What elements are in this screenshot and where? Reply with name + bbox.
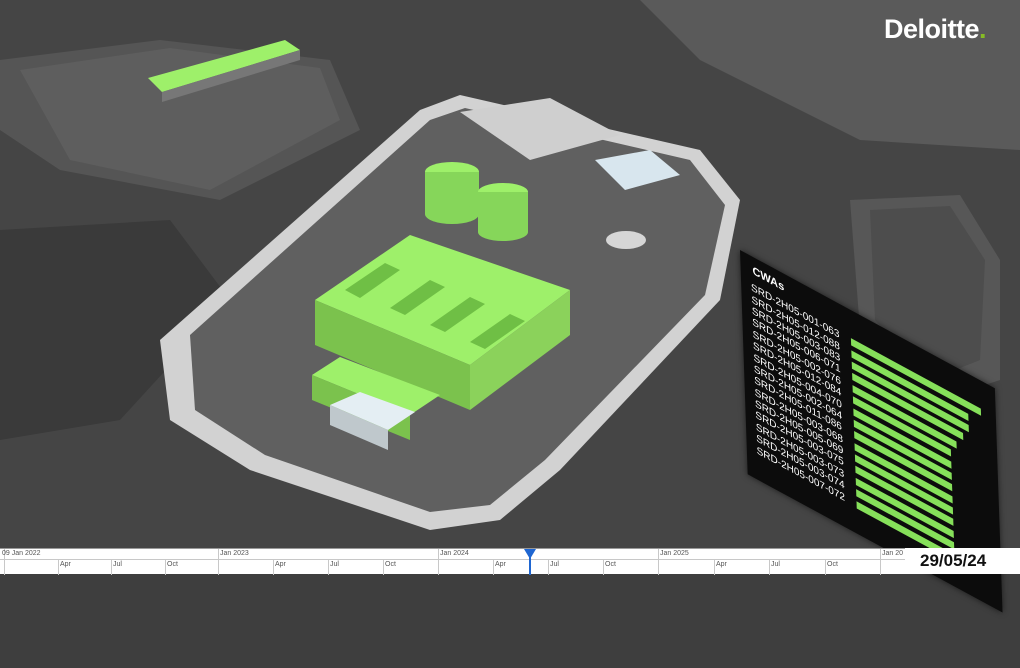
month-tick (493, 559, 494, 575)
year-tick (880, 549, 881, 575)
logo-dot: . (979, 14, 987, 44)
month-tick (769, 559, 770, 575)
month-label: Apr (275, 561, 286, 568)
month-tick (328, 559, 329, 575)
year-tick (218, 549, 219, 575)
year-label: Jan 2025 (660, 550, 689, 557)
year-label: 09 Jan 2022 (2, 550, 41, 557)
month-tick (825, 559, 826, 575)
month-tick (603, 559, 604, 575)
month-label: Apr (60, 561, 71, 568)
month-label: Oct (605, 561, 616, 568)
month-tick (165, 559, 166, 575)
month-tick (714, 559, 715, 575)
year-label: Jan 20 (882, 550, 904, 557)
timeline-bar[interactable]: 09 Jan 2022 Jan 2023 Jan 2024 Jan 2025 Jan 2… (0, 548, 1020, 575)
timeline-playhead-line[interactable] (529, 557, 531, 575)
month-label: Apr (495, 561, 506, 568)
year-tick (658, 549, 659, 575)
month-tick (273, 559, 274, 575)
month-tick (383, 559, 384, 575)
year-tick (438, 549, 439, 575)
year-label: Jan 2023 (220, 550, 249, 557)
month-label: Jul (113, 561, 122, 568)
month-label: Oct (827, 561, 838, 568)
year-label: Jan 2024 (440, 550, 469, 557)
month-label: Apr (716, 561, 727, 568)
month-label: Oct (167, 561, 178, 568)
logo-text: Deloitte (884, 14, 980, 44)
month-tick (111, 559, 112, 575)
month-tick (58, 559, 59, 575)
deloitte-logo: Deloitte. (884, 14, 987, 45)
month-label: Jul (771, 561, 780, 568)
month-label: Oct (385, 561, 396, 568)
current-date: 29/05/24 (920, 551, 987, 570)
month-label: Jul (330, 561, 339, 568)
month-tick (548, 559, 549, 575)
month-label: Jul (550, 561, 559, 568)
timeline-axis[interactable]: 09 Jan 2022 Jan 2023 Jan 2024 Jan 2025 Jan 2… (0, 548, 905, 575)
